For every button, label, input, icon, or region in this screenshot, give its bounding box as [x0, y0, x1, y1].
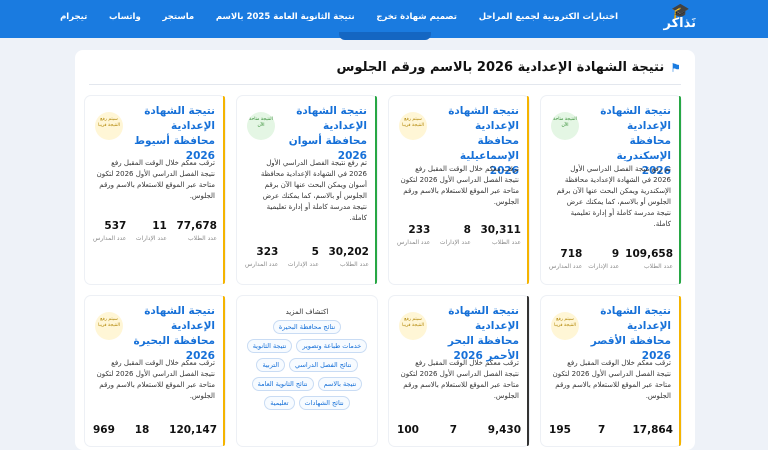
- status-bar: [223, 96, 225, 284]
- stat-admins: 7: [449, 424, 458, 436]
- explore-title: اكتشاف المزيد: [285, 308, 329, 316]
- stat-schools: 323 عدد المدارس: [245, 246, 279, 268]
- divider: [89, 84, 681, 85]
- stat-students: 30,311 عدد الطلاب: [480, 224, 521, 246]
- card-stats: 9,430 7 100: [397, 424, 521, 436]
- status-bar: [679, 96, 681, 284]
- stat-admins: 5 عدد الإدارات: [287, 246, 319, 268]
- governorate-card-ismailia[interactable]: نتيجة الشهادة الإعدادية محافظة الإسماعيل…: [389, 96, 529, 284]
- explore-chip[interactable]: خدمات طباعة وتصوير: [296, 339, 368, 353]
- card-title: نتيجة الشهادة الإعدادية محافظة البحيرة 2…: [133, 305, 215, 362]
- stat-schools: 195: [549, 424, 571, 436]
- card-description: ترقب معكم خلال الوقت المقبل رفع نتيجة ال…: [96, 359, 215, 400]
- card-description: ترقب معكم خلال الوقت المقبل رفع نتيجة ال…: [400, 165, 519, 206]
- stat-admins: 11 عدد الإدارات: [135, 220, 167, 242]
- card-stats: 30,311 عدد الطلاب 8 عدد الإدارات 233 عدد ال…: [397, 224, 521, 246]
- governorate-card-red-sea[interactable]: نتيجة الشهادة الإعدادية محافظة البحر الأ…: [389, 296, 529, 446]
- status-bar: [223, 296, 225, 446]
- section-heading: ⚑ نتيجة الشهادة الإعدادية 2026 بالاسم ور…: [337, 60, 681, 75]
- stat-students: 30,202 عدد الطلاب: [328, 246, 369, 268]
- status-bar: [527, 96, 529, 284]
- active-tab-indicator: [339, 32, 431, 40]
- stat-admins: 9 عدد الإدارات: [588, 248, 620, 270]
- main-nav: اختبارات الكترونية لجميع المراحل تصميم ش…: [60, 12, 618, 22]
- status-bar: [527, 296, 529, 446]
- governorate-card-alexandria[interactable]: نتيجة الشهادة الإعدادية محافظة الإسكندري…: [541, 96, 681, 284]
- governorate-card-assiut[interactable]: نتيجة الشهادة الإعدادية محافظة أسيوط 202…: [85, 96, 225, 284]
- explore-more-box: اكتشاف المزيد نتائج محافظة البحيرة خدمات…: [237, 296, 377, 446]
- nav-link-telegram[interactable]: تيجرام: [60, 12, 87, 22]
- governorate-card-aswan[interactable]: نتيجة الشهادة الإعدادية محافظة أسوان 202…: [237, 96, 377, 284]
- stat-students: 109,658 عدد الطلاب: [625, 248, 673, 270]
- nav-link-graduation-certificate[interactable]: تصميم شهادة تخرج: [376, 12, 457, 22]
- card-description: تم رفع نتيجة الفصل الدراسي الأول 2026 في…: [556, 165, 671, 228]
- card-stats: 17,864 7 195: [549, 424, 673, 436]
- section-title: نتيجة الشهادة الإعدادية 2026 بالاسم ورقم…: [336, 60, 665, 75]
- status-badge: سيتم رفع النتيجة قريبا: [95, 312, 123, 340]
- nav-link-secondary-results[interactable]: نتيجة الثانوية العامة 2025 بالاسم: [216, 12, 355, 22]
- explore-chip[interactable]: نتائج محافظة البحيرة: [272, 320, 342, 334]
- status-badge: سيتم رفع النتيجة قريبا: [399, 312, 427, 340]
- stat-students: 77,678 عدد الطلاب: [176, 220, 217, 242]
- stat-students: 120,147: [169, 424, 217, 436]
- stat-schools: 233 عدد المدارس: [397, 224, 431, 246]
- explore-chip[interactable]: نتيجة الثانوية: [246, 339, 293, 353]
- stat-schools: 718 عدد المدارس: [549, 248, 583, 270]
- flag-icon: ⚑: [670, 60, 681, 75]
- card-title: نتيجة الشهادة الإعدادية محافظة أسيوط 202…: [134, 105, 215, 162]
- explore-chip[interactable]: نتائج الفصل الدراسي: [289, 358, 358, 372]
- governorate-card-luxor[interactable]: نتيجة الشهادة الإعدادية محافظة الأقصر 20…: [541, 296, 681, 446]
- status-badge: سيتم رفع النتيجة قريبا: [399, 112, 427, 140]
- site-logo[interactable]: 🎓 نَذاكر: [663, 2, 697, 32]
- nav-link-messenger[interactable]: ماستجر: [162, 12, 194, 22]
- explore-chip[interactable]: نتيجة بالاسم: [317, 377, 363, 391]
- stat-schools: 100: [397, 424, 419, 436]
- status-bar: [375, 96, 377, 284]
- nav-link-whatsapp[interactable]: واتساب: [109, 12, 141, 22]
- stat-schools: 537 عدد المدارس: [93, 220, 127, 242]
- card-stats: 109,658 عدد الطلاب 9 عدد الإدارات 718 عدد ا…: [549, 248, 673, 270]
- status-badge: سيتم رفع النتيجة قريبا: [551, 312, 579, 340]
- explore-chips: نتائج محافظة البحيرة خدمات طباعة وتصوير …: [241, 320, 373, 410]
- explore-chip[interactable]: تعليمية: [264, 396, 295, 410]
- status-bar: [679, 296, 681, 446]
- card-title: نتيجة الشهادة الإعدادية محافظة الأقصر 20…: [590, 305, 671, 362]
- explore-chip[interactable]: نتائج الشهادات: [298, 396, 350, 410]
- stat-students: 17,864: [632, 424, 673, 436]
- card-stats: 120,147 18 969: [93, 424, 217, 436]
- stat-admins: 18: [134, 424, 150, 436]
- card-title: نتيجة الشهادة الإعدادية محافظة أسوان 202…: [288, 105, 367, 162]
- card-stats: 77,678 عدد الطلاب 11 عدد الإدارات 537 عدد ا…: [93, 220, 217, 242]
- stat-admins: 7: [598, 424, 606, 436]
- governorate-card-beheira[interactable]: نتيجة الشهادة الإعدادية محافظة البحيرة 2…: [85, 296, 225, 446]
- card-title: نتيجة الشهادة الإعدادية محافظة البحر الأ…: [447, 305, 519, 362]
- status-badge: النتيجة متاحة الآن: [247, 112, 275, 140]
- nav-link-online-tests[interactable]: اختبارات الكترونية لجميع المراحل: [479, 12, 618, 22]
- status-badge: النتيجة متاحة الآن: [551, 112, 579, 140]
- card-description: تم رفع نتيجة الفصل الدراسي الأول 2026 في…: [260, 159, 367, 222]
- card-description: ترقب معكم خلال الوقت المقبل رفع نتيجة ال…: [400, 359, 519, 400]
- status-badge: سيتم رفع النتيجة قريبا: [95, 112, 123, 140]
- card-description: ترقب معكم خلال الوقت المقبل رفع نتيجة ال…: [96, 159, 215, 200]
- brand-name: نَذاكر: [663, 16, 697, 31]
- explore-chip[interactable]: نتائج الثانوية العامة: [251, 377, 314, 391]
- results-panel: ⚑ نتيجة الشهادة الإعدادية 2026 بالاسم ور…: [75, 50, 695, 450]
- stat-students: 9,430: [487, 424, 521, 436]
- explore-chip[interactable]: التربية: [256, 358, 286, 372]
- card-description: ترقب معكم خلال الوقت المقبل رفع نتيجة ال…: [552, 359, 671, 400]
- card-stats: 30,202 عدد الطلاب 5 عدد الإدارات 323 عدد ال…: [245, 246, 369, 268]
- stat-admins: 8 عدد الإدارات: [439, 224, 471, 246]
- stat-schools: 969: [93, 424, 115, 436]
